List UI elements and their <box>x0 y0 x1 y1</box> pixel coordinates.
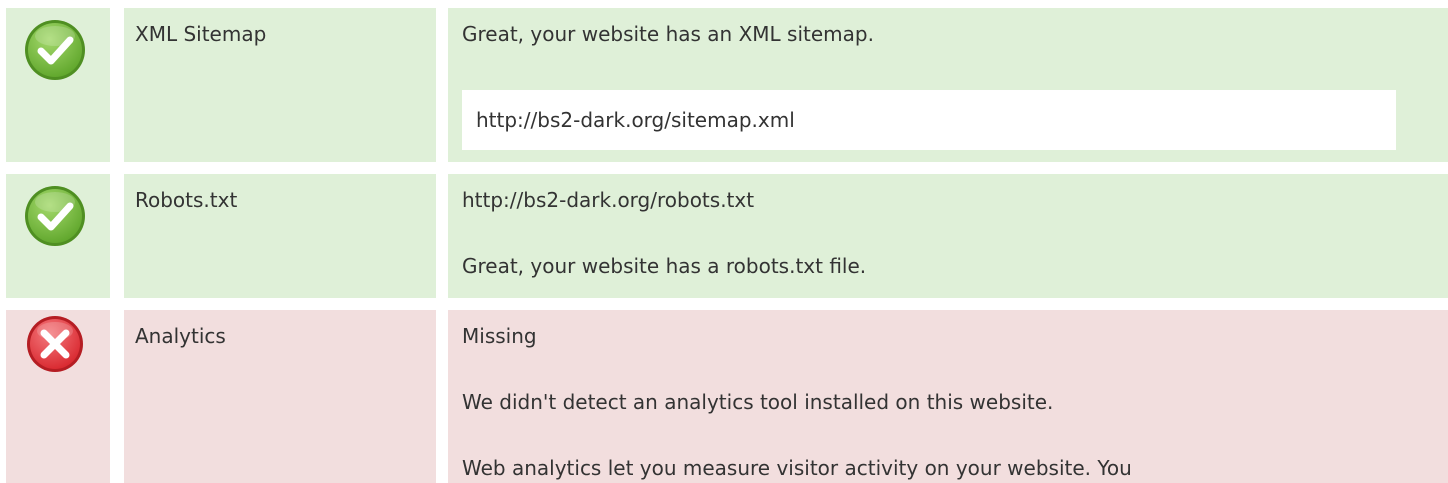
check-result-cell: Missing We didn't detect an analytics to… <box>448 310 1448 483</box>
check-name-cell: XML Sitemap <box>124 8 436 162</box>
check-result-cell: Great, your website has an XML sitemap. … <box>448 8 1448 162</box>
check-name: Robots.txt <box>135 188 238 212</box>
check-circle-icon <box>23 184 87 248</box>
check-name-cell: Analytics <box>124 310 436 483</box>
check-name: Analytics <box>135 324 226 348</box>
check-name: XML Sitemap <box>135 22 267 46</box>
check-name-cell: Robots.txt <box>124 174 436 298</box>
seo-check-table: XML Sitemap Great, your website has an X… <box>0 0 1448 483</box>
check-detail: Web analytics let you measure visitor ac… <box>462 456 1132 480</box>
check-row-xml-sitemap: XML Sitemap Great, your website has an X… <box>0 8 1448 162</box>
check-message: Great, your website has a robots.txt fil… <box>462 254 867 278</box>
check-row-robots-txt: Robots.txt http://bs2-dark.org/robots.tx… <box>0 174 1448 298</box>
sitemap-url-box[interactable]: http://bs2-dark.org/sitemap.xml <box>462 90 1396 150</box>
check-result-cell: http://bs2-dark.org/robots.txt Great, yo… <box>448 174 1448 298</box>
check-row-analytics: Analytics Missing We didn't detect an an… <box>0 310 1448 483</box>
check-circle-icon <box>23 18 87 82</box>
cross-circle-icon <box>23 312 87 376</box>
status-cell <box>6 8 110 162</box>
status-cell <box>6 310 110 483</box>
status-cell <box>6 174 110 298</box>
check-message: Great, your website has an XML sitemap. <box>462 22 874 46</box>
robots-url[interactable]: http://bs2-dark.org/robots.txt <box>462 186 754 214</box>
check-status-text: Missing <box>462 324 537 348</box>
check-message: We didn't detect an analytics tool insta… <box>462 390 1054 414</box>
